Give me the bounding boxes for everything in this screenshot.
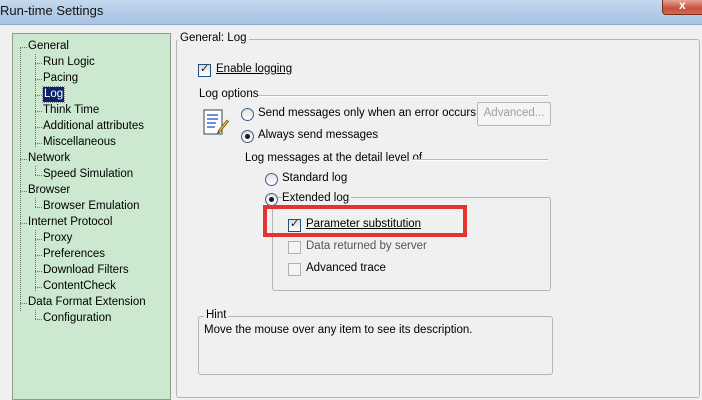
close-button[interactable]: x — [662, 0, 702, 15]
tree-item-proxy[interactable]: Proxy — [43, 231, 72, 246]
tree-connector — [20, 47, 21, 311]
title-bar: Run-time Settings x — [0, 0, 702, 25]
settings-tree[interactable]: General Run Logic Pacing Log Think Time … — [12, 33, 171, 400]
data-returned-checkbox[interactable] — [288, 241, 301, 254]
tree-item-download-filters[interactable]: Download Filters — [43, 263, 129, 278]
radio-selected-dot — [245, 134, 250, 139]
tree-item-miscellaneous[interactable]: Miscellaneous — [43, 135, 116, 150]
tree-item-log[interactable]: Log — [41, 86, 66, 103]
tree-item-pacing[interactable]: Pacing — [43, 71, 78, 86]
tree-item-browser-emulation[interactable]: Browser Emulation — [43, 199, 140, 214]
standard-log-radio[interactable] — [265, 173, 278, 186]
tree-item-preferences[interactable]: Preferences — [43, 247, 105, 262]
detail-level-label: Log messages at the detail level of — [245, 152, 423, 164]
tree-item-contentcheck[interactable]: ContentCheck — [43, 279, 116, 294]
advanced-trace-label[interactable]: Advanced trace — [306, 262, 386, 274]
send-on-error-label[interactable]: Send messages only when an error occurs — [258, 107, 476, 119]
tree-item-run-logic[interactable]: Run Logic — [43, 55, 95, 70]
annotation-highlight-box — [263, 205, 467, 237]
detail-level-separator — [412, 159, 548, 161]
enable-logging-label[interactable]: Enable logging — [216, 63, 292, 75]
tree-item-configuration[interactable]: Configuration — [43, 311, 111, 326]
tree-item-browser[interactable]: Browser — [28, 183, 70, 198]
extended-log-label[interactable]: Extended log — [282, 192, 352, 204]
log-options-separator — [258, 95, 548, 97]
tree-item-speed-simulation[interactable]: Speed Simulation — [43, 167, 133, 182]
log-options-label: Log options — [199, 88, 259, 100]
radio-selected-dot — [269, 197, 274, 202]
always-send-label[interactable]: Always send messages — [258, 129, 378, 141]
enable-logging-checkbox[interactable]: ✓ — [198, 63, 211, 77]
hint-label: Hint — [204, 309, 229, 321]
advanced-trace-checkbox[interactable] — [288, 263, 301, 276]
data-returned-label[interactable]: Data returned by server — [306, 240, 427, 252]
hint-text: Move the mouse over any item to see its … — [204, 324, 473, 336]
tree-item-think-time[interactable]: Think Time — [43, 103, 99, 118]
standard-log-label[interactable]: Standard log — [282, 172, 347, 184]
always-send-radio[interactable] — [241, 130, 254, 143]
log-document-icon — [203, 109, 229, 135]
tree-item-data-format-extension[interactable]: Data Format Extension — [28, 295, 146, 310]
checkmark-icon: ✓ — [200, 63, 210, 75]
tree-item-general[interactable]: General — [28, 39, 69, 54]
tree-item-additional-attributes[interactable]: Additional attributes — [43, 119, 144, 134]
tree-item-network[interactable]: Network — [28, 151, 70, 166]
panel-title: General: Log — [178, 32, 249, 44]
window-title: Run-time Settings — [0, 3, 104, 18]
close-icon: x — [679, 0, 686, 12]
tree-item-internet-protocol[interactable]: Internet Protocol — [28, 215, 112, 230]
advanced-button[interactable]: Advanced... — [477, 102, 551, 126]
send-on-error-radio[interactable] — [241, 108, 254, 121]
